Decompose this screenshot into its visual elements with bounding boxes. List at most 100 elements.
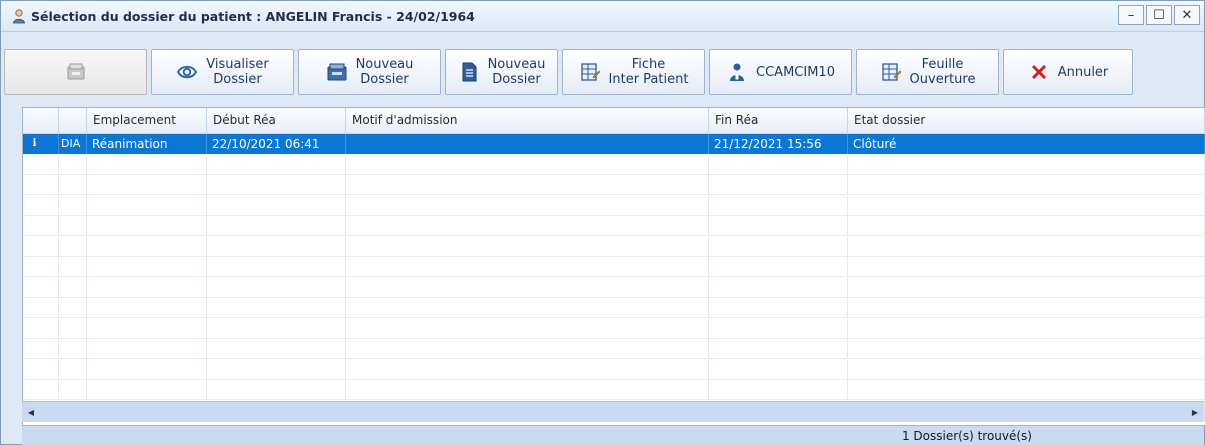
ccamcim10-button[interactable]: CCAMCIM10 bbox=[709, 49, 852, 95]
folders-grid: Emplacement Début Réa Motif d'admission … bbox=[22, 107, 1205, 426]
cancel-label: Annuler bbox=[1057, 64, 1109, 80]
empty-row bbox=[23, 216, 1205, 236]
empty-cell bbox=[848, 195, 1205, 216]
col-header-emplacement[interactable]: Emplacement bbox=[87, 108, 207, 133]
empty-row bbox=[23, 154, 1205, 175]
col-header-debut-rea[interactable]: Début Réa bbox=[207, 108, 346, 133]
empty-cell bbox=[346, 154, 709, 175]
empty-row bbox=[23, 298, 1205, 318]
open-folder-button[interactable] bbox=[4, 49, 147, 95]
col-header-motif[interactable]: Motif d'admission bbox=[346, 108, 709, 133]
window-title: Sélection du dossier du patient : ANGELI… bbox=[31, 8, 475, 24]
empty-cell bbox=[59, 359, 87, 380]
maximize-button[interactable]: ☐ bbox=[1146, 5, 1172, 25]
cell-tag: DIA bbox=[59, 134, 87, 154]
table-row[interactable]: i DIA Réanimation 22/10/2021 06:41 21/12… bbox=[23, 134, 1205, 154]
empty-cell bbox=[87, 154, 207, 175]
empty-cell bbox=[848, 154, 1205, 175]
document-icon bbox=[462, 62, 477, 82]
new-document-button[interactable]: Nouveau Dossier bbox=[445, 49, 558, 95]
col-header-tag[interactable] bbox=[59, 108, 87, 133]
empty-cell bbox=[346, 359, 709, 380]
scroll-right-arrow-icon[interactable]: ▶ bbox=[1186, 402, 1204, 422]
patient-folder-dialog: Sélection du dossier du patient : ANGELI… bbox=[0, 0, 1205, 445]
empty-cell bbox=[59, 175, 87, 195]
close-button[interactable]: ✕ bbox=[1174, 5, 1200, 25]
inter-patient-sheet-button[interactable]: Fiche Inter Patient bbox=[562, 49, 705, 95]
empty-row bbox=[23, 277, 1205, 298]
minimize-button[interactable]: – bbox=[1118, 5, 1144, 25]
col-header-fin-rea[interactable]: Fin Réa bbox=[709, 108, 848, 133]
empty-cell bbox=[346, 380, 709, 400]
ccamcim10-label: CCAMCIM10 bbox=[756, 64, 835, 80]
empty-cell bbox=[59, 298, 87, 318]
title-bar[interactable]: Sélection du dossier du patient : ANGELI… bbox=[1, 1, 1204, 32]
inter-patient-label-1: Fiche bbox=[631, 57, 666, 72]
scroll-left-arrow-icon[interactable]: ◀ bbox=[22, 402, 40, 422]
empty-cell bbox=[87, 236, 207, 257]
empty-cell bbox=[709, 257, 848, 277]
new-folder-label-2: Dossier bbox=[360, 72, 409, 87]
empty-cell bbox=[848, 216, 1205, 236]
empty-cell bbox=[23, 318, 59, 339]
new-folder-button[interactable]: Nouveau Dossier bbox=[298, 49, 441, 95]
empty-row bbox=[23, 236, 1205, 257]
empty-cell bbox=[207, 359, 346, 380]
empty-cell bbox=[346, 216, 709, 236]
empty-cell bbox=[87, 380, 207, 400]
empty-cell bbox=[207, 380, 346, 400]
empty-cell bbox=[207, 339, 346, 359]
empty-cell bbox=[59, 318, 87, 339]
empty-cell bbox=[59, 380, 87, 400]
empty-cell bbox=[23, 154, 59, 175]
empty-cell bbox=[23, 236, 59, 257]
grid-header: Emplacement Début Réa Motif d'admission … bbox=[23, 108, 1205, 134]
col-header-icon[interactable] bbox=[23, 108, 59, 133]
empty-cell bbox=[207, 195, 346, 216]
empty-cell bbox=[59, 195, 87, 216]
empty-cell bbox=[87, 339, 207, 359]
empty-cell bbox=[848, 257, 1205, 277]
opening-sheet-button[interactable]: Feuille Ouverture bbox=[856, 49, 999, 95]
empty-cell bbox=[848, 380, 1205, 400]
empty-cell bbox=[23, 175, 59, 195]
empty-cell bbox=[87, 195, 207, 216]
cell-fin-rea: 21/12/2021 15:56 bbox=[709, 134, 848, 154]
empty-cell bbox=[709, 216, 848, 236]
patient-icon bbox=[13, 9, 25, 24]
empty-cell bbox=[87, 257, 207, 277]
empty-row bbox=[23, 318, 1205, 339]
empty-cell bbox=[23, 195, 59, 216]
cell-etat: Clôturé bbox=[848, 134, 1205, 154]
toolbar: Visualiser Dossier Nouveau Dossier Nouveau… bbox=[4, 36, 1204, 104]
empty-cell bbox=[346, 236, 709, 257]
empty-cell bbox=[709, 277, 848, 298]
empty-cell bbox=[346, 195, 709, 216]
cell-debut-rea: 22/10/2021 06:41 bbox=[207, 134, 346, 154]
inter-patient-label-2: Inter Patient bbox=[608, 72, 689, 87]
empty-cell bbox=[346, 175, 709, 195]
empty-cell bbox=[23, 298, 59, 318]
empty-row bbox=[23, 380, 1205, 400]
horizontal-scrollbar[interactable]: ◀ ▶ bbox=[22, 401, 1204, 422]
empty-cell bbox=[848, 298, 1205, 318]
empty-cell bbox=[207, 216, 346, 236]
view-folder-button[interactable]: Visualiser Dossier bbox=[151, 49, 294, 95]
cancel-button[interactable]: Annuler bbox=[1003, 49, 1133, 95]
empty-row bbox=[23, 257, 1205, 277]
empty-cell bbox=[709, 380, 848, 400]
doctor-icon bbox=[730, 63, 745, 81]
empty-cell bbox=[848, 359, 1205, 380]
empty-cell bbox=[87, 175, 207, 195]
view-folder-label-2: Dossier bbox=[213, 72, 262, 87]
empty-cell bbox=[709, 318, 848, 339]
empty-cell bbox=[848, 236, 1205, 257]
empty-cell bbox=[848, 277, 1205, 298]
new-folder-label-1: Nouveau bbox=[355, 57, 414, 72]
col-header-etat[interactable]: Etat dossier bbox=[848, 108, 1205, 133]
info-icon: i bbox=[28, 137, 41, 150]
empty-cell bbox=[87, 216, 207, 236]
empty-cell bbox=[87, 298, 207, 318]
empty-cell bbox=[709, 298, 848, 318]
empty-row bbox=[23, 339, 1205, 359]
